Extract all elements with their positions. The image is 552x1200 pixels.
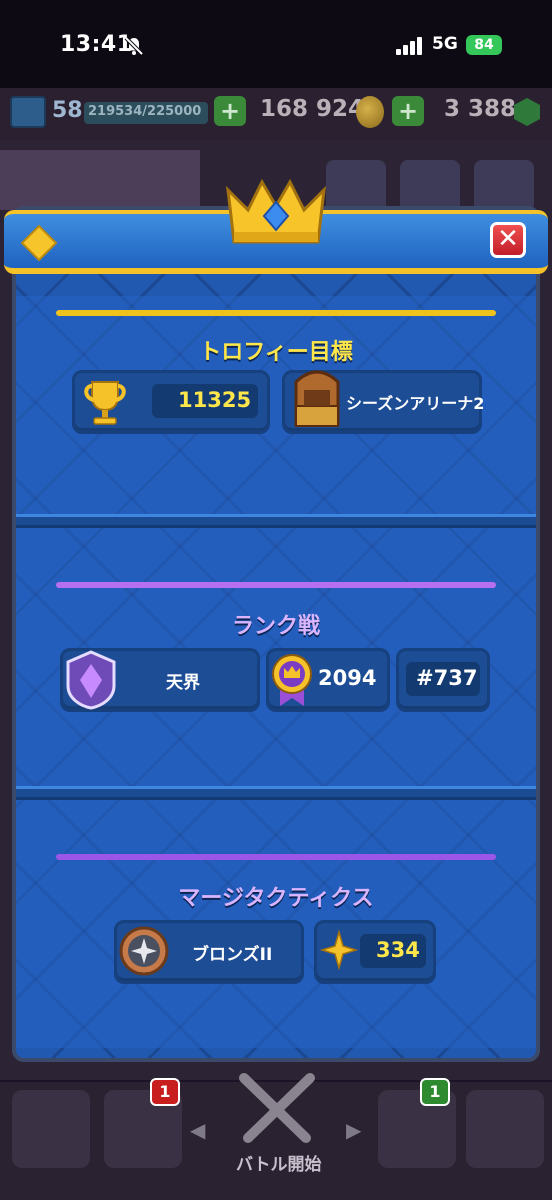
background-art	[0, 150, 200, 210]
merge-league-name: ブロンズII	[192, 945, 273, 965]
merge-section-title: マージタクティクス	[178, 886, 374, 911]
battle-label: バトル開始	[236, 1155, 322, 1175]
profile-icon	[10, 96, 46, 128]
nav-right-arrow: ▶	[346, 1118, 362, 1142]
friends-icon	[326, 160, 386, 212]
trophy-icon	[84, 381, 126, 425]
cards-badge: 1	[150, 1078, 180, 1106]
status-bar: 13:41 5G 84	[0, 0, 552, 88]
gem-icon	[514, 98, 540, 126]
arena-name: シーズンアリーナ2	[346, 394, 485, 413]
rating-medal-icon	[272, 654, 312, 706]
crown-icon	[226, 178, 326, 244]
add-gems-button: +	[392, 96, 424, 126]
clan-badge: 1	[420, 1078, 450, 1106]
rating-value: 2094	[318, 666, 377, 690]
menu-icon	[474, 160, 534, 212]
battle-swords-icon	[239, 1073, 315, 1143]
nav-events-icon	[466, 1090, 544, 1168]
section-divider	[16, 786, 536, 800]
resource-bar: 58 219534/225000 + 168 924 + 3 388	[0, 88, 552, 140]
gem-amount: 3 388	[444, 96, 517, 122]
league-name: 天界	[166, 673, 200, 693]
nav-shop-icon	[12, 1090, 90, 1168]
rank-value: #737	[416, 666, 478, 690]
gold-coin-icon	[356, 96, 384, 128]
ranked-title-line	[56, 582, 496, 588]
silent-bell-icon	[124, 36, 144, 56]
trophy-title-line	[56, 310, 496, 316]
arena-icon	[294, 370, 340, 427]
network-type: 5G	[432, 34, 458, 54]
king-level: 58	[52, 98, 83, 123]
ranked-section-title: ランク戦	[231, 614, 320, 639]
news-icon	[400, 160, 460, 212]
xp-text: 219534/225000	[88, 104, 202, 119]
gold-amount: 168 924	[260, 96, 365, 122]
trophy-section-title: トロフィー目標	[199, 340, 353, 365]
sparkle-points-icon	[320, 930, 358, 970]
merge-title-line	[56, 854, 496, 860]
trophy-count: 11325	[178, 388, 252, 412]
bronze-league-icon	[119, 926, 169, 976]
celestial-league-icon	[66, 650, 116, 710]
close-button[interactable]: ✕	[490, 222, 526, 258]
nav-left-arrow: ◀	[190, 1118, 206, 1142]
section-divider	[16, 514, 536, 528]
battery-indicator: 84	[466, 35, 502, 55]
status-time: 13:41	[60, 32, 133, 57]
merge-points-value: 334	[376, 938, 420, 962]
add-gold-button: +	[214, 96, 246, 126]
signal-icon	[396, 37, 422, 55]
